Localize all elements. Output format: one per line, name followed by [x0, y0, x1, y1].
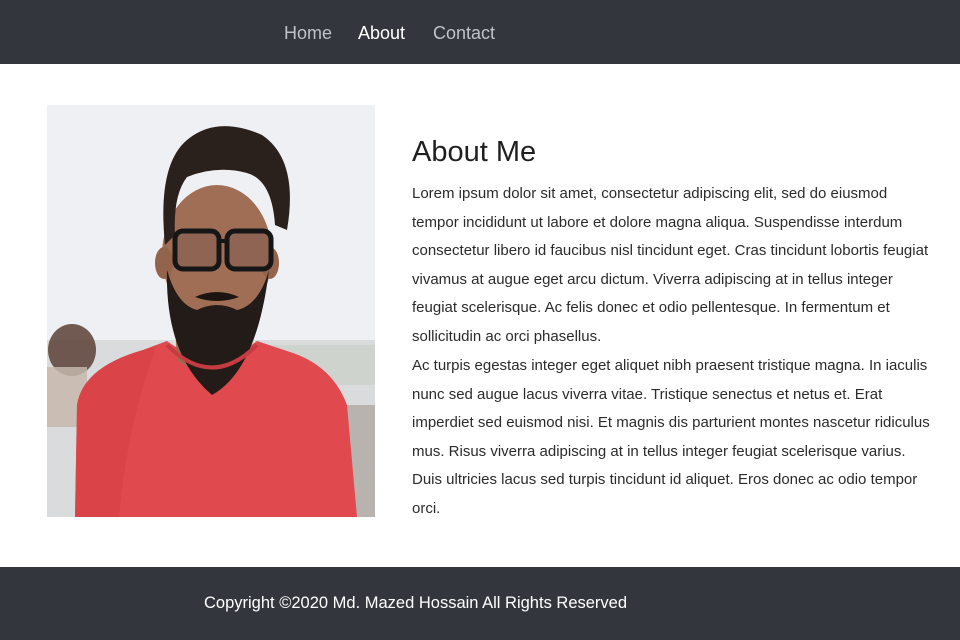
- top-navbar: Home About Contact: [0, 0, 960, 64]
- copyright-text: Copyright ©2020 Md. Mazed Hossain All Ri…: [204, 594, 628, 612]
- nav-link-contact[interactable]: Contact: [433, 20, 495, 46]
- nav-link-home[interactable]: Home: [284, 20, 332, 46]
- profile-photo: [47, 105, 375, 517]
- about-paragraph-2: Ac turpis egestas integer eget aliquet n…: [412, 357, 930, 517]
- nav-link-about[interactable]: About: [358, 20, 405, 46]
- page: Home About Contact About Me Lorem ipsum …: [0, 0, 960, 640]
- about-paragraph-1: Lorem ipsum dolor sit amet, consectetur …: [412, 185, 929, 345]
- footer: Copyright ©2020 Md. Mazed Hossain All Ri…: [0, 567, 960, 640]
- about-heading: About Me: [412, 136, 537, 168]
